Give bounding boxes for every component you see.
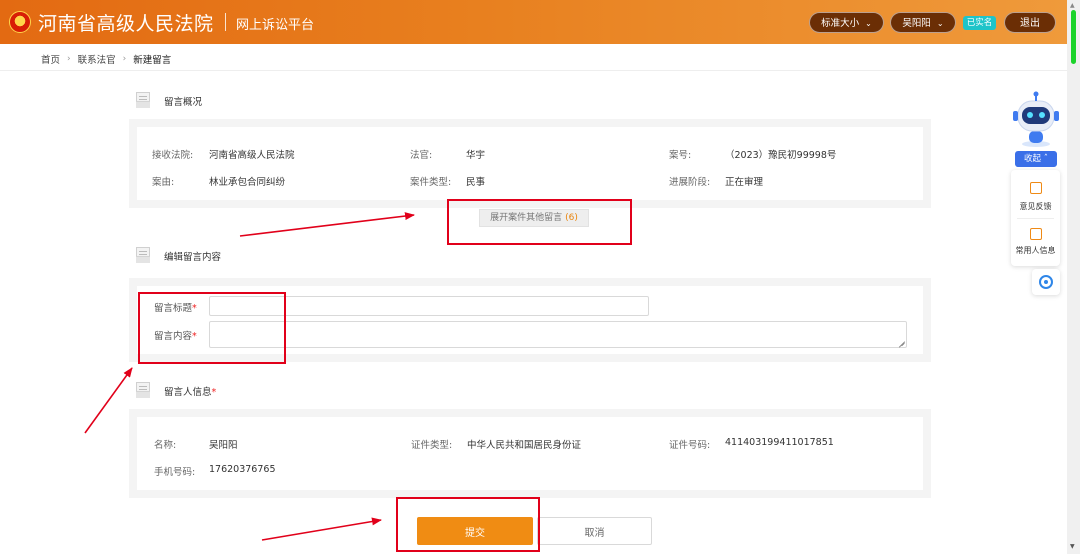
chevron-down-icon: ⌄ [936, 19, 944, 28]
field-judge: 法官: 华宇 [410, 150, 486, 161]
contacts-icon [1030, 228, 1042, 240]
collapse-assistant-button[interactable]: 收起 ˆ [1015, 151, 1057, 167]
field-id-number: 证件号码: 411403199411017851 [669, 437, 834, 451]
chevron-right-icon: › [67, 54, 71, 64]
field-sender-name: 名称: 吴阳阳 [154, 440, 238, 451]
edit-title: 编辑留言内容 [164, 252, 222, 263]
annotation-box-form [138, 292, 286, 364]
court-emblem-icon [9, 11, 31, 33]
annotation-arrow [84, 367, 133, 434]
sender-panel: 名称: 吴阳阳 证件类型: 中华人民共和国居民身份证 证件号码: 4114031994… [129, 409, 931, 498]
chevron-up-icon: ˆ [1041, 154, 1048, 164]
breadcrumb-contact-judge[interactable]: 联系法官 [78, 55, 116, 66]
message-content-textarea[interactable] [209, 321, 907, 348]
feedback-button[interactable]: 意见反馈 [1011, 174, 1060, 214]
breadcrumb-current: 新建留言 [133, 55, 172, 66]
page: 河南省高级人民法院 网上诉讼平台 标准大小 ⌄ 吴阳阳 ⌄ 已实名 退出 ▲ ▼ 首… [0, 0, 1080, 554]
field-case-type: 案件类型: 民事 [410, 177, 486, 188]
scroll-down-icon[interactable]: ▼ [1070, 543, 1075, 550]
assistant-side-panel: 意见反馈 常用人信息 [1011, 170, 1060, 266]
scroll-up-icon[interactable]: ▲ [1070, 2, 1075, 9]
feedback-label: 意见反馈 [1019, 202, 1052, 211]
help-service-button[interactable] [1032, 269, 1060, 295]
breadcrumb-home[interactable]: 首页 [41, 55, 60, 66]
annotation-box-submit [396, 497, 540, 552]
document-icon [136, 382, 150, 398]
frequent-contacts-button[interactable]: 常用人信息 [1011, 222, 1060, 262]
sender-title: 留言人信息* [164, 387, 217, 398]
site-subtitle: 网上诉讼平台 [236, 18, 315, 33]
field-progress-stage: 进展阶段: 正在审理 [669, 177, 764, 188]
sender-card: 名称: 吴阳阳 证件类型: 中华人民共和国居民身份证 证件号码: 4114031994… [137, 417, 923, 490]
chevron-down-icon: ⌄ [865, 19, 872, 28]
document-icon [136, 92, 150, 108]
contacts-label: 常用人信息 [1015, 246, 1056, 255]
field-phone: 手机号码: 17620376765 [154, 464, 276, 478]
field-case-number: 案号: （2023）豫民初99998号 [669, 150, 837, 161]
verified-badge: 已实名 [963, 16, 996, 30]
side-divider [1017, 218, 1054, 219]
logout-button[interactable]: 退出 [1004, 12, 1056, 33]
breadcrumb: 首页 › 联系法官 › 新建留言 [41, 52, 171, 66]
user-menu-dropdown[interactable]: 吴阳阳 ⌄ [890, 12, 956, 33]
vertical-scrollbar[interactable]: ▲ ▼ [1067, 0, 1080, 554]
document-icon [136, 247, 150, 263]
field-cause: 案由: 林业承包合同纠纷 [152, 177, 286, 188]
cancel-button[interactable]: 取消 [537, 517, 652, 545]
annotation-arrow [261, 517, 382, 541]
assistant-robot-icon[interactable] [1009, 91, 1063, 149]
title-divider [225, 13, 226, 31]
top-header: 河南省高级人民法院 网上诉讼平台 标准大小 ⌄ 吴阳阳 ⌄ 已实名 退出 [0, 0, 1067, 44]
font-size-dropdown[interactable]: 标准大小 ⌄ [809, 12, 884, 33]
annotation-box-expand [447, 199, 632, 245]
annotation-arrow [239, 212, 415, 237]
service-icon [1039, 275, 1053, 289]
overview-title: 留言概况 [164, 97, 203, 108]
user-name: 吴阳阳 [902, 18, 931, 29]
field-receiving-court: 接收法院: 河南省高级人民法院 [152, 150, 295, 161]
breadcrumb-divider [0, 70, 1067, 71]
overview-panel: 接收法院: 河南省高级人民法院 法官: 华宇 案号: （2023）豫民初99998号 … [129, 119, 931, 208]
font-size-label: 标准大小 [821, 18, 860, 29]
overview-card: 接收法院: 河南省高级人民法院 法官: 华宇 案号: （2023）豫民初99998号 … [137, 127, 923, 200]
chevron-right-icon: › [122, 54, 127, 64]
scrollbar-thumb[interactable] [1071, 10, 1076, 64]
site-title: 河南省高级人民法院 [38, 13, 214, 35]
resize-handle-icon[interactable] [897, 338, 905, 346]
feedback-icon [1030, 182, 1042, 194]
field-id-type: 证件类型: 中华人民共和国居民身份证 [411, 440, 582, 451]
